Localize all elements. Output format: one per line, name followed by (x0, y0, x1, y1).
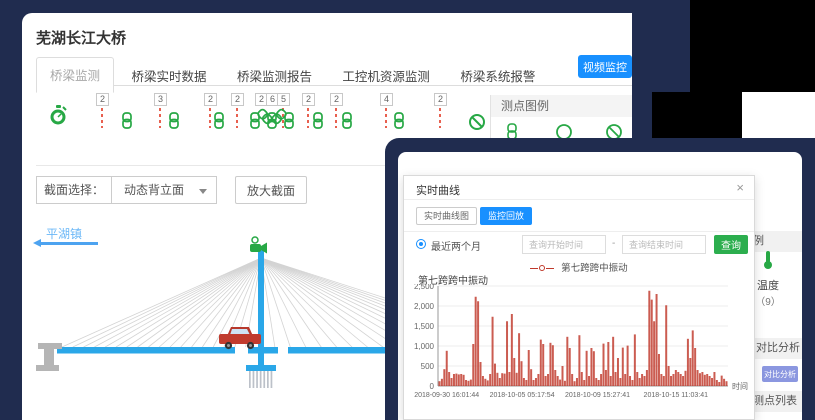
sensor-count-badge[interactable]: 2 (434, 93, 447, 106)
sensor-count-badge[interactable]: 4 (380, 93, 393, 106)
query-button[interactable]: 查询 (714, 235, 748, 254)
tower-piles (249, 371, 272, 388)
section-select-label: 截面选择： (36, 176, 112, 204)
sensor-count-badge[interactable]: 5 (277, 93, 290, 106)
svg-text:2018-10-05 05:17:54: 2018-10-05 05:17:54 (490, 392, 555, 399)
tab-ipc-resource[interactable]: 工控机资源监测 (329, 58, 443, 92)
svg-text:500: 500 (421, 362, 435, 371)
camera-icon[interactable] (250, 237, 267, 254)
dialog-title: 实时曲线 (416, 182, 460, 198)
desktop-black-region (690, 0, 815, 94)
front-window: 测点图例 温度 （9） 对比分析 对比分析 检测点列表 实时曲线 × 实时曲线图… (398, 152, 802, 420)
camera-icon (557, 125, 571, 139)
timer-icon[interactable] (48, 103, 68, 132)
thermometer-icon (761, 250, 775, 270)
legend-marker (530, 268, 538, 269)
page-title: 芜湖长江大桥 (36, 27, 126, 48)
sensor-dash-line (307, 108, 309, 128)
close-icon[interactable]: × (736, 180, 744, 195)
compare-analysis-button[interactable]: 对比分析 (762, 366, 798, 382)
sensor-count-badge[interactable]: 2 (231, 93, 244, 106)
svg-text:2,500: 2,500 (414, 284, 435, 291)
tower-foundation-cap (246, 365, 276, 371)
sensor-count-badge[interactable]: 2 (96, 93, 109, 106)
sensor-count-badge[interactable]: 2 (330, 93, 343, 106)
tab-monitor-report[interactable]: 桥梁监测报告 (224, 58, 325, 92)
recent-two-months-radio[interactable] (416, 239, 426, 249)
chain-link-icon[interactable] (168, 112, 180, 134)
bridge-tower (258, 250, 264, 365)
sensor-dash-line (439, 108, 441, 128)
enlarge-section-button[interactable]: 放大截面 (235, 176, 307, 204)
left-abutment (36, 343, 62, 371)
svg-text:1,000: 1,000 (414, 342, 435, 351)
legend-series-label: 第七跨跨中振动 (561, 263, 628, 274)
sensor-count-badge[interactable]: 2 (204, 93, 217, 106)
range-separator: - (612, 238, 615, 249)
section-select-value: 动态背立面 (124, 183, 184, 197)
tab-bridge-monitor[interactable]: 桥梁监测 (36, 57, 114, 93)
svg-text:2,000: 2,000 (414, 302, 435, 311)
tab-realtime-curve[interactable]: 实时曲线图 (416, 207, 477, 225)
divider (404, 231, 754, 232)
svg-text:2018-09-30 16:01:44: 2018-09-30 16:01:44 (414, 392, 479, 399)
chain-link-icon[interactable] (312, 112, 324, 134)
bridge-deck (57, 347, 235, 354)
chain-link-icon[interactable] (393, 112, 405, 134)
dialog-titlebar: 实时曲线 × (404, 176, 754, 200)
chevron-down-icon (199, 189, 207, 194)
svg-text:1,500: 1,500 (414, 322, 435, 331)
svg-text:0: 0 (430, 382, 435, 391)
start-time-input[interactable] (522, 235, 606, 254)
video-monitor-button[interactable]: 视频监控 (578, 55, 632, 78)
sensor-dash-line (236, 108, 238, 128)
end-time-input[interactable] (622, 235, 706, 254)
forbid-icon[interactable] (468, 113, 486, 136)
sensor-dash-line (209, 108, 211, 128)
tab-system-alarm[interactable]: 桥梁系统报警 (447, 58, 548, 92)
chain-link-icon[interactable] (283, 112, 295, 134)
vibration-chart: 0 500 1,000 1,500 2,000 2,500 2018-09-30 16:01… (408, 284, 752, 412)
svg-text:2018-10-09 15:27:41: 2018-10-09 15:27:41 (565, 392, 630, 399)
sensor-dash-line (335, 108, 337, 128)
sensor-dash-line (101, 108, 103, 128)
svg-text:时间: 时间 (732, 381, 748, 391)
main-tab-bar: 桥梁监测 桥梁实时数据 桥梁监测报告 工控机资源监测 桥梁系统报警 (36, 57, 632, 86)
section-select[interactable]: 动态背立面 (111, 176, 217, 204)
tab-monitor-playback[interactable]: 监控回放 (480, 207, 532, 225)
sensor-dash-line (385, 108, 387, 128)
svg-text:2018-10-15 11:03:41: 2018-10-15 11:03:41 (644, 392, 709, 399)
chain-link-icon[interactable] (121, 112, 133, 134)
legend-marker (546, 268, 554, 269)
tab-realtime-data[interactable]: 桥梁实时数据 (118, 58, 219, 92)
radio-label: 最近两个月 (431, 238, 481, 253)
sensor-dash-line (159, 108, 161, 128)
legend-panel-header: 测点图例 (491, 95, 632, 117)
chain-link-icon[interactable] (213, 112, 225, 134)
sensor-count-badge[interactable]: 2 (302, 93, 315, 106)
realtime-curve-dialog: 实时曲线 × 实时曲线图 监控回放 最近两个月 - 查询 第七跨跨中振动 第七跨… (403, 175, 755, 420)
legend-marker-ring (539, 265, 545, 271)
chain-link-icon[interactable] (341, 112, 353, 134)
sensor-count-badge[interactable]: 3 (154, 93, 167, 106)
car (219, 327, 261, 349)
